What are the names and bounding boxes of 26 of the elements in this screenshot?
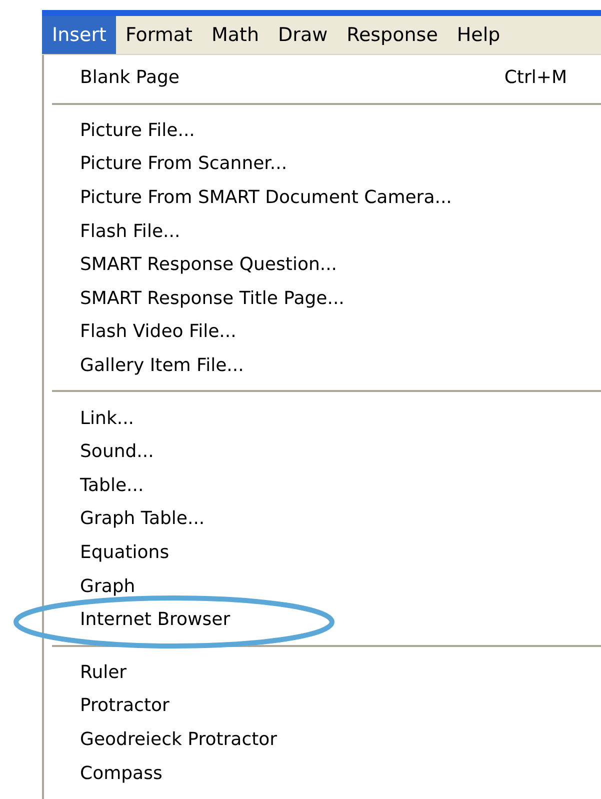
menu-item[interactable]: Equations	[44, 536, 601, 570]
menu-title[interactable]: Response	[336, 16, 447, 54]
menu-item[interactable]: Geodreieck Protractor	[44, 722, 601, 756]
menu-item[interactable]: Table...	[44, 468, 601, 502]
menu-title[interactable]: Math	[201, 16, 268, 54]
menu-item[interactable]: Internet Browser	[44, 602, 601, 636]
menu-item[interactable]: SMART Response Title Page...	[44, 282, 601, 316]
menu-item[interactable]: Sound...	[44, 434, 601, 469]
menu-item[interactable]: Picture File...	[44, 114, 601, 148]
menu-item[interactable]: Flash Video File...	[44, 315, 601, 349]
menu-title[interactable]: Help	[446, 16, 510, 54]
menu-item[interactable]: SMART Response Question...	[44, 248, 601, 282]
menu-title[interactable]: Format	[116, 16, 202, 54]
menu-title[interactable]: Insert	[42, 16, 116, 54]
menu-item[interactable]: Link...	[44, 401, 601, 435]
menu-item[interactable]: Ruler	[44, 656, 601, 690]
menu-item[interactable]: Flash File...	[44, 214, 601, 248]
menu-item[interactable]: Picture From SMART Document Camera...	[44, 180, 601, 214]
menu-item[interactable]: Graph Table...	[44, 502, 601, 536]
menu-title[interactable]: Draw	[268, 16, 337, 54]
menu-item[interactable]: Protractor	[44, 689, 601, 723]
menu-item[interactable]: Compass	[44, 756, 601, 790]
menu-item[interactable]: Picture From Scanner...	[44, 147, 601, 181]
menu-item[interactable]: Gallery Item File...	[44, 348, 601, 382]
menu-item[interactable]: Blank Page Ctrl+M	[44, 61, 601, 95]
menu-item[interactable]: Graph	[44, 569, 601, 603]
